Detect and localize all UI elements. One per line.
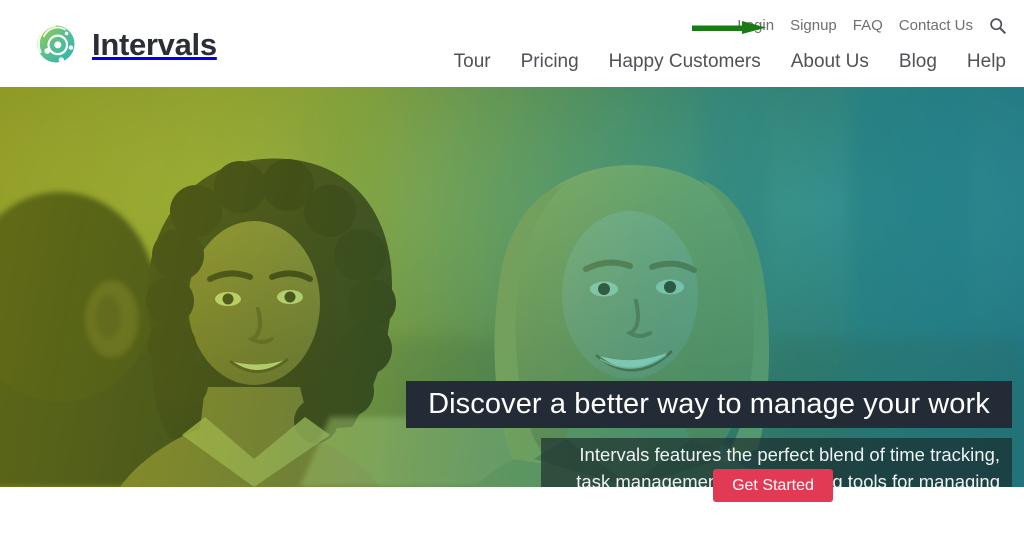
utility-nav-item-contact-us[interactable]: Contact Us	[899, 18, 973, 33]
brand-wordmark: Intervals	[92, 26, 217, 62]
hero-headline-bar: Discover a better way to manage your wor…	[406, 381, 1012, 428]
main-nav-item-tour[interactable]: Tour	[454, 52, 491, 71]
main-nav-item-pricing[interactable]: Pricing	[521, 52, 579, 71]
main-nav: Tour Pricing Happy Customers About Us Bl…	[454, 52, 1006, 71]
hero-section: Discover a better way to manage your wor…	[0, 87, 1024, 487]
brand-logo-link[interactable]: Intervals	[34, 22, 217, 66]
main-nav-item-help[interactable]: Help	[967, 52, 1006, 71]
main-nav-item-happy-customers[interactable]: Happy Customers	[609, 52, 761, 71]
utility-nav: Login Signup FAQ Contact Us	[737, 17, 1006, 34]
landing-page: Intervals Login Signup FAQ Contact Us To…	[0, 0, 1024, 538]
hero-headline: Discover a better way to manage your wor…	[428, 388, 990, 420]
utility-nav-item-faq[interactable]: FAQ	[853, 18, 883, 33]
get-started-button[interactable]: Get Started	[713, 469, 833, 502]
main-nav-item-about-us[interactable]: About Us	[791, 52, 869, 71]
intervals-orbit-logo-icon	[37, 24, 75, 63]
search-icon	[990, 18, 1006, 34]
utility-nav-item-login[interactable]: Login	[737, 18, 774, 33]
search-button[interactable]	[989, 17, 1006, 34]
main-nav-item-blog[interactable]: Blog	[899, 52, 937, 71]
utility-nav-item-signup[interactable]: Signup	[790, 18, 837, 33]
site-header: Intervals Login Signup FAQ Contact Us To…	[0, 0, 1024, 87]
